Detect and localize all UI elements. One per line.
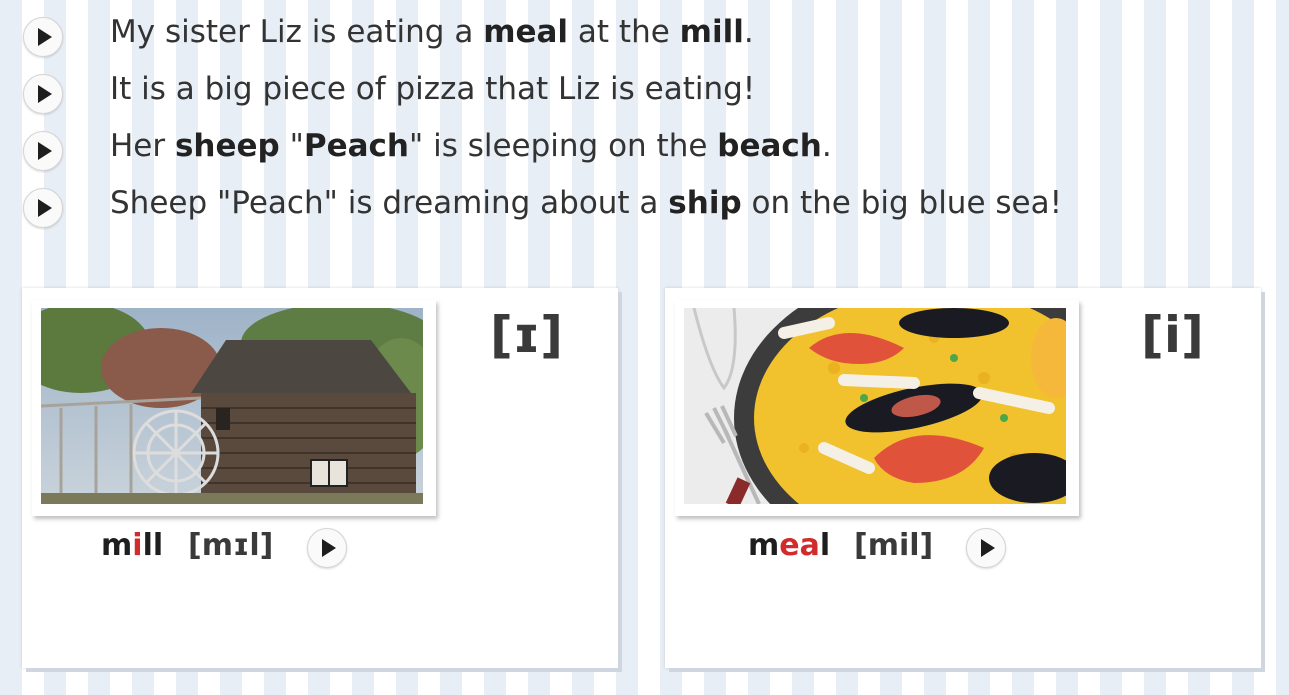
sentence-row: My sister Liz is eating a meal at the mi…: [0, 8, 1289, 65]
photo-frame: [32, 300, 436, 516]
play-icon: [38, 28, 52, 46]
text-segment: " is sleeping on the: [408, 128, 718, 164]
sentence-row: Sheep "Peach" is dreaming about a ship o…: [0, 179, 1289, 236]
phoneme-symbol: [i]: [1141, 306, 1204, 364]
text-segment: .: [821, 128, 832, 164]
word-part: m: [748, 528, 780, 563]
text-segment: .: [743, 14, 754, 50]
paella-dish-photo: [684, 308, 1066, 504]
keyword: meal: [483, 14, 569, 50]
sentence-1-text: My sister Liz is eating a meal at the mi…: [110, 14, 754, 50]
sound-card-long-i: [i] meal [mil]: [665, 288, 1261, 668]
word-transcription: [mil]: [854, 528, 934, 563]
word-transcription: [mɪl]: [188, 528, 274, 563]
word-part: l: [819, 528, 831, 563]
play-sentence-3-button[interactable]: [23, 131, 63, 171]
text-segment: at the: [568, 14, 680, 50]
play-word-button[interactable]: [966, 528, 1006, 568]
text-segment: Her: [110, 128, 175, 164]
sentence-2-text: It is a big piece of pizza that Liz is e…: [110, 71, 755, 107]
keyword: ship: [668, 185, 742, 221]
text-segment: ": [279, 128, 304, 164]
highlighted-letters: ea: [779, 528, 820, 563]
keyword: sheep: [174, 128, 280, 164]
keyword: beach: [717, 128, 822, 164]
play-word-button[interactable]: [307, 528, 347, 568]
word-part: ll: [142, 528, 164, 563]
sentence-3-text: Her sheep "Peach" is sleeping on the bea…: [110, 128, 832, 164]
sound-card-short-i: [ɪ] mill [mɪl]: [22, 288, 618, 668]
keyword: mill: [679, 14, 744, 50]
word-part: m: [101, 528, 133, 563]
example-word: mill: [101, 528, 163, 563]
phoneme-symbol: [ɪ]: [490, 306, 563, 364]
text-segment: Sheep "Peach" is dreaming about a: [110, 185, 669, 221]
photo-frame: [675, 300, 1079, 516]
text-segment: My sister Liz is eating a: [110, 14, 484, 50]
example-word: meal: [748, 528, 830, 563]
water-mill-photo: [41, 308, 423, 504]
play-icon: [38, 199, 52, 217]
sentence-list: My sister Liz is eating a meal at the mi…: [0, 8, 1289, 236]
play-icon: [38, 142, 52, 160]
play-icon: [38, 85, 52, 103]
sentence-4-text: Sheep "Peach" is dreaming about a ship o…: [110, 185, 1062, 221]
sentence-row: Her sheep "Peach" is sleeping on the bea…: [0, 122, 1289, 179]
keyword: Peach: [303, 128, 409, 164]
play-sentence-2-button[interactable]: [23, 74, 63, 114]
play-icon: [322, 539, 336, 557]
sentence-row: It is a big piece of pizza that Liz is e…: [0, 65, 1289, 122]
text-segment: It is a big piece of pizza that Liz is e…: [110, 71, 756, 107]
play-sentence-1-button[interactable]: [23, 17, 63, 57]
highlighted-letters: i: [132, 528, 143, 563]
play-icon: [981, 539, 995, 557]
text-segment: on the big blue sea!: [741, 185, 1063, 221]
play-sentence-4-button[interactable]: [23, 188, 63, 228]
